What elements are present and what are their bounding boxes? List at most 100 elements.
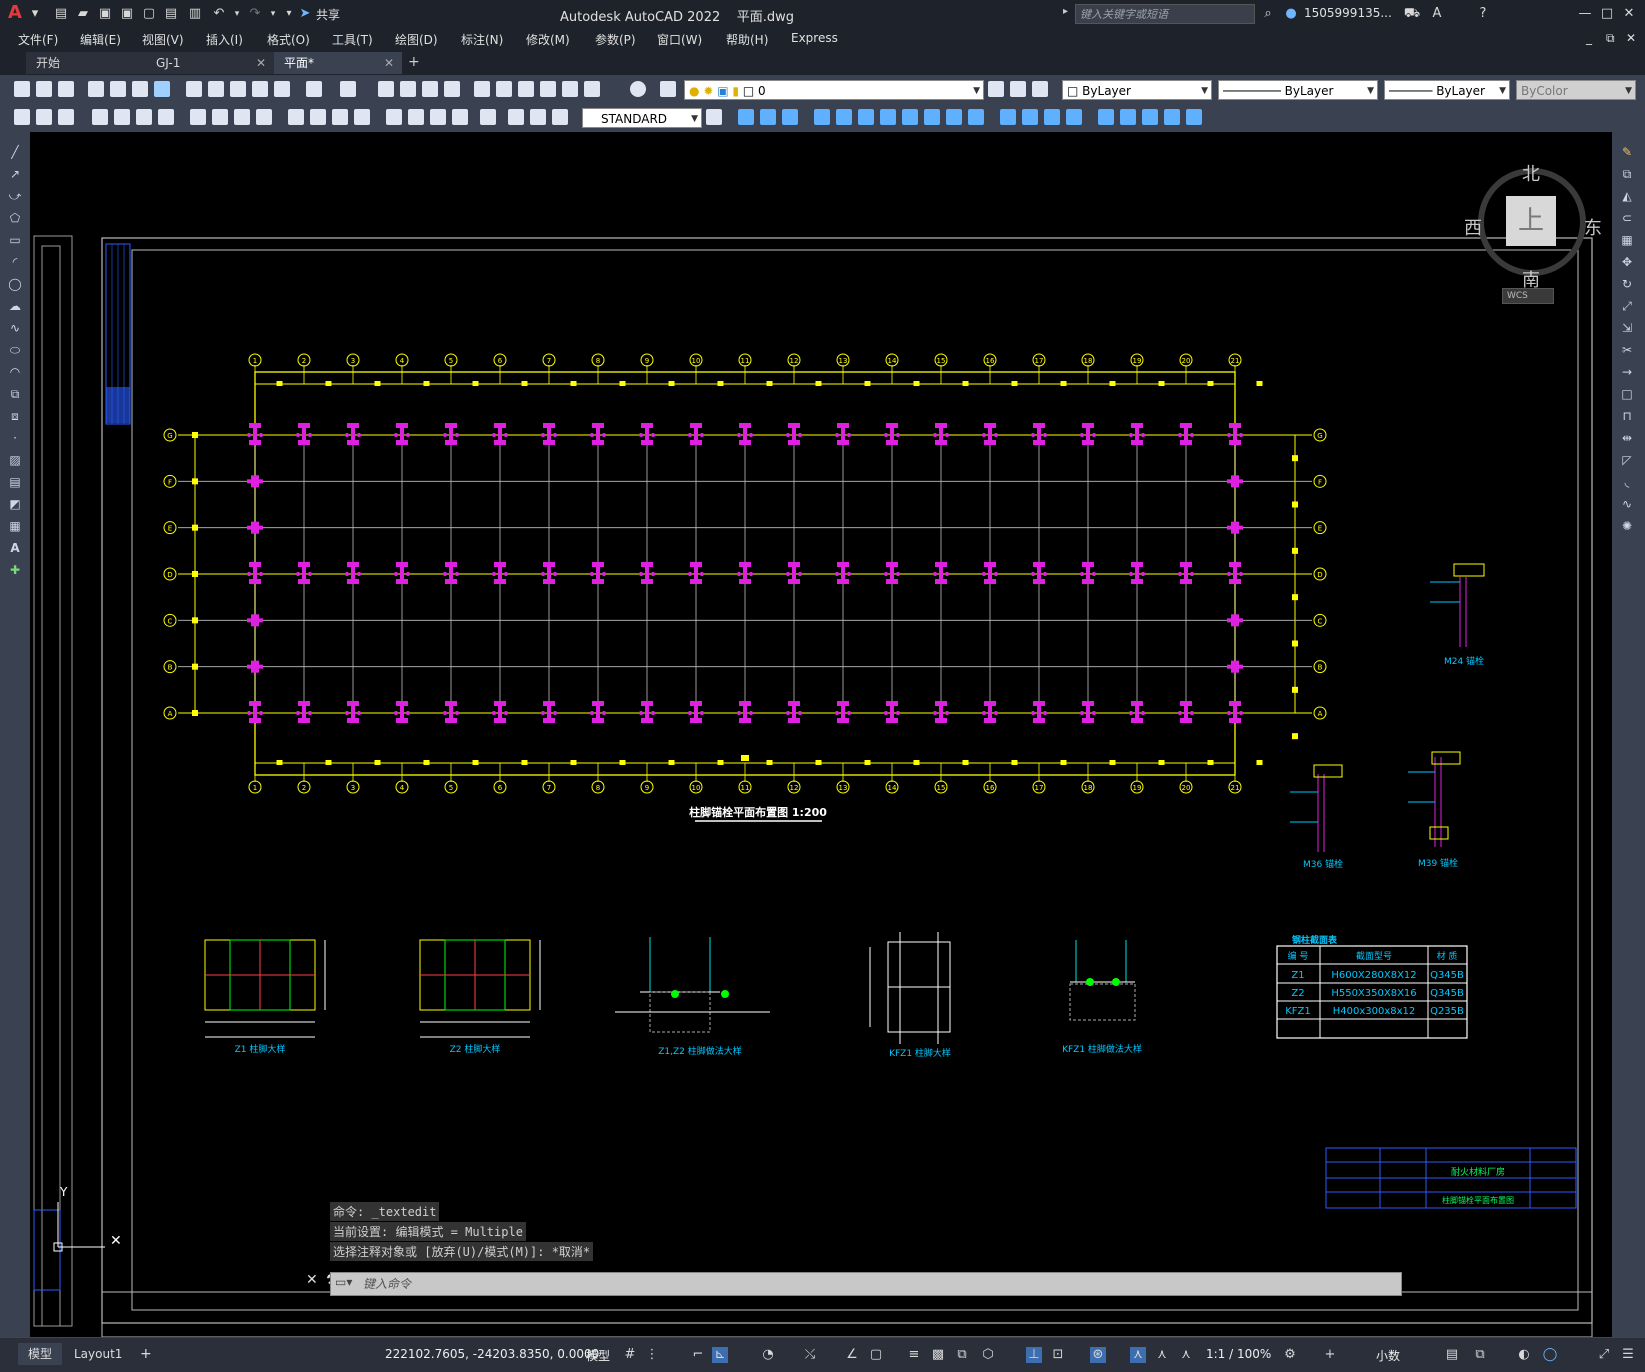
menu-window[interactable]: 窗口(W) (657, 31, 702, 48)
menu-file[interactable]: 文件(F) (18, 31, 58, 48)
menu-parametric[interactable]: 参数(P) (595, 31, 636, 48)
undo-icon[interactable] (306, 81, 322, 97)
open-icon[interactable] (36, 81, 52, 97)
insert-block-icon[interactable]: ⧉ (7, 386, 23, 402)
lineweight-icon[interactable]: ≡ (906, 1347, 922, 1363)
wcs-menu[interactable]: WCS (1502, 288, 1554, 304)
fillet-icon[interactable] (1044, 109, 1060, 125)
lengthen-icon[interactable] (1142, 109, 1158, 125)
erase-icon[interactable] (1098, 109, 1114, 125)
preview-icon[interactable] (110, 81, 126, 97)
gradient-icon[interactable]: ▤ (7, 474, 23, 490)
polygon-icon[interactable]: ⬠ (7, 210, 23, 226)
trim-icon[interactable]: ✂ (1619, 342, 1635, 358)
selection-filter-icon[interactable]: ⊡ (1050, 1347, 1066, 1363)
tab-pingmian[interactable]: 平面* ✕ (274, 52, 402, 74)
viewcube-top-face[interactable]: 上 (1506, 196, 1556, 246)
help-icon[interactable] (630, 81, 646, 97)
share-icon[interactable]: ➤ (296, 5, 314, 23)
mirror-icon[interactable] (760, 109, 776, 125)
tab-layout1[interactable]: Layout1 (74, 1343, 122, 1365)
menu-draw[interactable]: 绘图(D) (395, 31, 438, 48)
menu-insert[interactable]: 插入(I) (206, 31, 243, 48)
markup-icon[interactable] (562, 81, 578, 97)
jogged-linear-icon[interactable] (408, 109, 424, 125)
dim-linear-icon[interactable] (14, 109, 30, 125)
dynamic-ucs-icon[interactable]: ⊥ (1026, 1347, 1042, 1363)
add-selected-icon[interactable]: ✚ (7, 562, 23, 578)
dim-jogged-icon[interactable] (136, 109, 152, 125)
3d-osnap-icon[interactable]: ⬡ (980, 1347, 996, 1363)
viewcube-west[interactable]: 西 (1464, 214, 1482, 240)
redo-icon[interactable] (340, 81, 356, 97)
copy-clip-icon[interactable] (1120, 109, 1136, 125)
dropdown-arrow-icon[interactable]: ▼ (1201, 81, 1208, 101)
dim-update-icon[interactable] (480, 109, 496, 125)
paste-icon[interactable] (230, 81, 246, 97)
ellipse-arc-icon[interactable]: ◠ (7, 364, 23, 380)
polar-icon[interactable]: ◔ (760, 1347, 776, 1363)
command-close-icon[interactable]: ✕ (306, 1272, 318, 1288)
construction-line-icon[interactable]: ↗ (7, 166, 23, 182)
menu-format[interactable]: 格式(O) (267, 31, 310, 48)
dim-diameter-icon[interactable] (158, 109, 174, 125)
search-expand-icon[interactable]: ▸ (1063, 6, 1068, 17)
search-icon[interactable]: ⌕ (1259, 5, 1277, 23)
coordinates-readout[interactable]: 222102.7605, -24203.8350, 0.0000 (385, 1347, 599, 1361)
polyline-icon[interactable]: ⤻ (7, 188, 23, 204)
blend-curves-icon[interactable]: ∿ (1619, 496, 1635, 512)
dropdown-arrow-icon[interactable]: ▾ (26, 5, 44, 23)
explode-icon[interactable] (1066, 109, 1082, 125)
publish-icon[interactable]: ▤ (162, 5, 180, 23)
customize-statusbar-icon[interactable]: ☰ (1620, 1347, 1636, 1363)
publish-icon[interactable] (132, 81, 148, 97)
search-input[interactable]: 键入关键字或短语 (1075, 4, 1255, 24)
move-icon[interactable]: ✥ (1619, 254, 1635, 270)
dim-arc-icon[interactable] (58, 109, 74, 125)
dim-continue-icon[interactable] (256, 109, 272, 125)
help-icon[interactable]: ? (1474, 5, 1492, 23)
menu-express[interactable]: Express (791, 31, 838, 45)
autodesk-app-icon[interactable]: A (1428, 5, 1446, 23)
join-icon[interactable]: ⇹ (1619, 430, 1635, 446)
dropdown-arrow-icon[interactable]: ▼ (1499, 81, 1506, 101)
fillet-icon[interactable]: ◟ (1619, 474, 1635, 490)
trim-icon[interactable] (924, 109, 940, 125)
chamfer-icon[interactable]: ◸ (1619, 452, 1635, 468)
spline-icon[interactable]: ∿ (7, 320, 23, 336)
plot-icon[interactable] (88, 81, 104, 97)
new-tab-icon[interactable]: + (408, 54, 420, 70)
rotate-icon[interactable] (858, 109, 874, 125)
multiline-text-icon[interactable]: A (7, 540, 23, 556)
hatch-icon[interactable]: ▨ (7, 452, 23, 468)
maximize-icon[interactable]: □ (1598, 5, 1616, 23)
layer-select[interactable]: ● ✹ ▣ ▮ □ 0 ▼ (684, 80, 984, 100)
user-name[interactable]: 1505999135... (1304, 6, 1392, 20)
cart-icon[interactable]: ⛟ (1403, 5, 1421, 23)
erase-icon[interactable]: ✎ (1619, 144, 1635, 160)
circle-icon[interactable]: ◯ (7, 276, 23, 292)
explode-icon[interactable]: ✺ (1619, 518, 1635, 534)
osnap-tracking-icon[interactable]: ∠ (844, 1347, 860, 1363)
share-button[interactable]: 共享 (316, 6, 340, 23)
menu-modify[interactable]: 修改(M) (526, 31, 570, 48)
textstyle-select[interactable]: STANDARD ▼ (582, 108, 702, 128)
stretch-icon[interactable]: ⇲ (1619, 320, 1635, 336)
array-icon[interactable] (814, 109, 830, 125)
save-as-icon[interactable]: ▣ (118, 5, 136, 23)
transparency-icon[interactable]: ▩ (930, 1347, 946, 1363)
ortho-icon[interactable]: ⊾ (712, 1347, 728, 1363)
chamfer-icon[interactable] (1022, 109, 1038, 125)
new-icon[interactable] (14, 81, 30, 97)
drawing-canvas[interactable]: 1 1 2 2 3 3 4 4 5 5 6 6 7 7 8 8 9 9 10 10 11 11 12 12 13 13 14 14 15… (30, 132, 1612, 1337)
isodraft-icon[interactable]: ⤯ (802, 1347, 818, 1363)
gizmo-icon[interactable]: ⊛ (1090, 1347, 1106, 1363)
model-space-button[interactable]: 模型 (586, 1347, 610, 1364)
redo-icon[interactable]: ↷ (246, 5, 264, 23)
extend-icon[interactable]: → (1619, 364, 1635, 380)
rectangle-icon[interactable]: ▭ (7, 232, 23, 248)
menu-dimension[interactable]: 标注(N) (461, 31, 503, 48)
open-folder-icon[interactable]: ▰ (74, 5, 92, 23)
menu-edit[interactable]: 编辑(E) (80, 31, 121, 48)
table-icon[interactable]: ▦ (7, 518, 23, 534)
